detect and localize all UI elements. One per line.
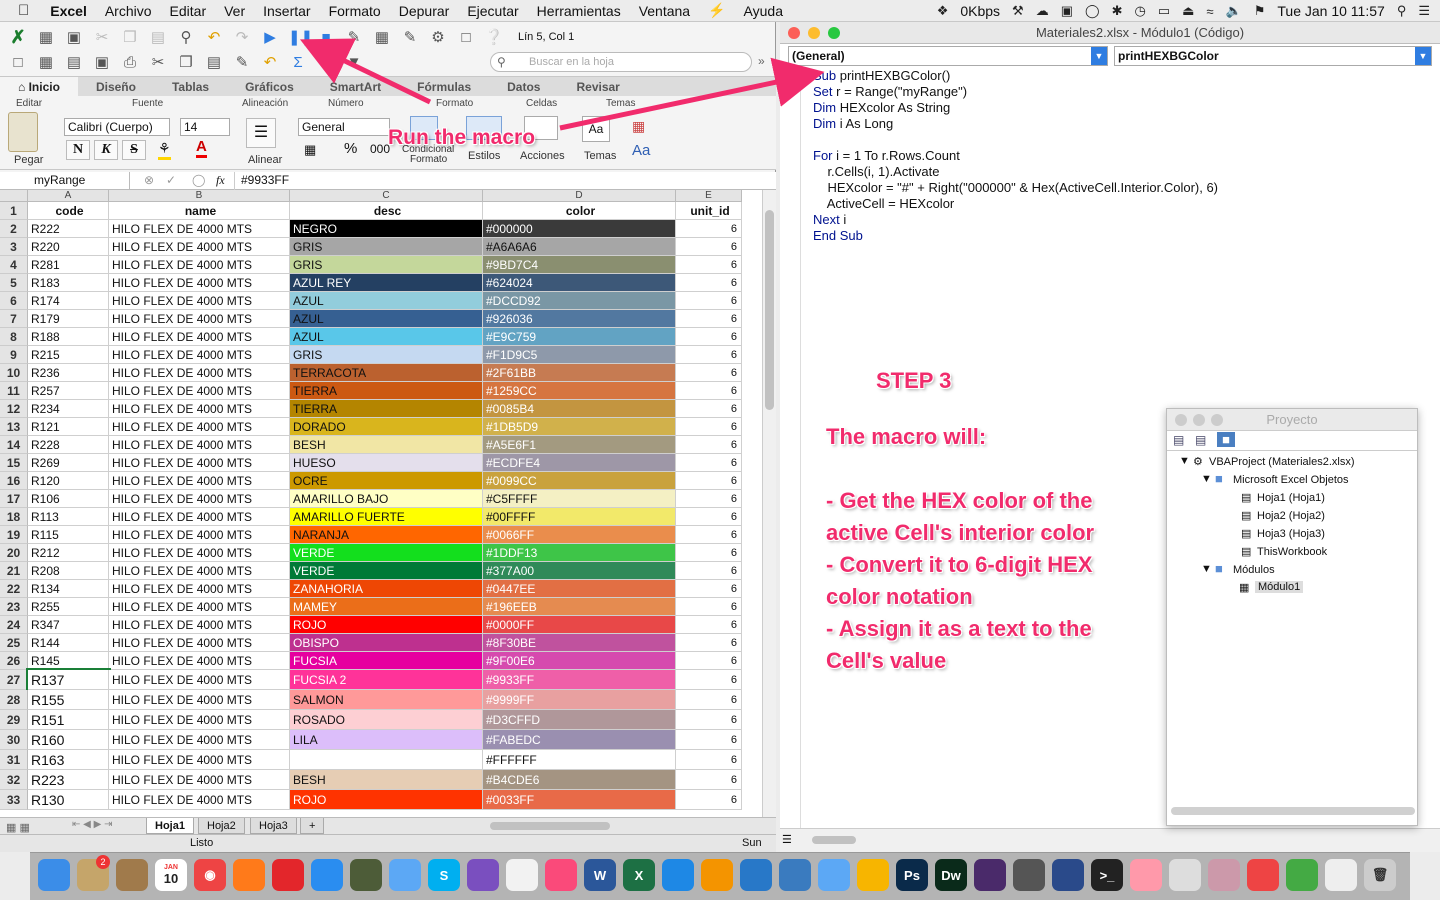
excel-icon[interactable]: X <box>623 859 655 891</box>
notes-icon[interactable] <box>116 859 148 891</box>
opera-icon[interactable] <box>272 859 304 891</box>
file-icon[interactable] <box>1325 859 1357 891</box>
textedit-icon[interactable] <box>506 859 538 891</box>
finder2-icon[interactable] <box>818 859 850 891</box>
annotation-run: Run the macro <box>388 126 536 149</box>
terminal-icon[interactable]: >_ <box>1091 859 1123 891</box>
sourcetree-icon[interactable] <box>779 859 811 891</box>
calendar-icon[interactable]: JAN 10 <box>155 859 187 891</box>
keynote-icon[interactable] <box>662 859 694 891</box>
finder-icon[interactable] <box>38 859 70 891</box>
vscode-icon[interactable] <box>740 859 772 891</box>
safari-icon[interactable] <box>311 859 343 891</box>
messages-icon[interactable] <box>389 859 421 891</box>
chrome-icon[interactable]: ◉ <box>194 859 226 891</box>
photoshop-icon[interactable]: Ps <box>896 859 928 891</box>
word-icon[interactable]: W <box>584 859 616 891</box>
arrow-to-code <box>559 57 825 131</box>
dreamweaver-icon[interactable]: Dw <box>935 859 967 891</box>
itunes-icon[interactable] <box>545 859 577 891</box>
heart-icon[interactable] <box>1247 859 1279 891</box>
compass-icon[interactable] <box>350 859 382 891</box>
calendar-month: JAN <box>163 864 178 871</box>
photos-icon[interactable] <box>1130 859 1162 891</box>
skype-icon[interactable]: S <box>428 859 460 891</box>
illustrator-icon[interactable] <box>974 859 1006 891</box>
dock: JAN 10 ◉ S W X Ps Dw >_ 🗑 2 <box>30 852 1410 900</box>
viber-icon[interactable] <box>467 859 499 891</box>
virtualbox-icon[interactable] <box>1052 859 1084 891</box>
compressor-icon[interactable] <box>1208 859 1240 891</box>
annotation-arrows <box>299 38 825 131</box>
firefox-icon[interactable] <box>233 859 265 891</box>
sequel-icon[interactable] <box>1169 859 1201 891</box>
calendar-day: 10 <box>163 871 179 886</box>
keychain-icon[interactable] <box>1013 859 1045 891</box>
notification-badge: 2 <box>96 855 110 869</box>
xcode-icon[interactable] <box>1286 859 1318 891</box>
sublime-icon[interactable] <box>701 859 733 891</box>
sketch-icon[interactable] <box>857 859 889 891</box>
arrow-to-run <box>299 38 432 105</box>
trash-icon[interactable]: 🗑 <box>1364 859 1396 891</box>
